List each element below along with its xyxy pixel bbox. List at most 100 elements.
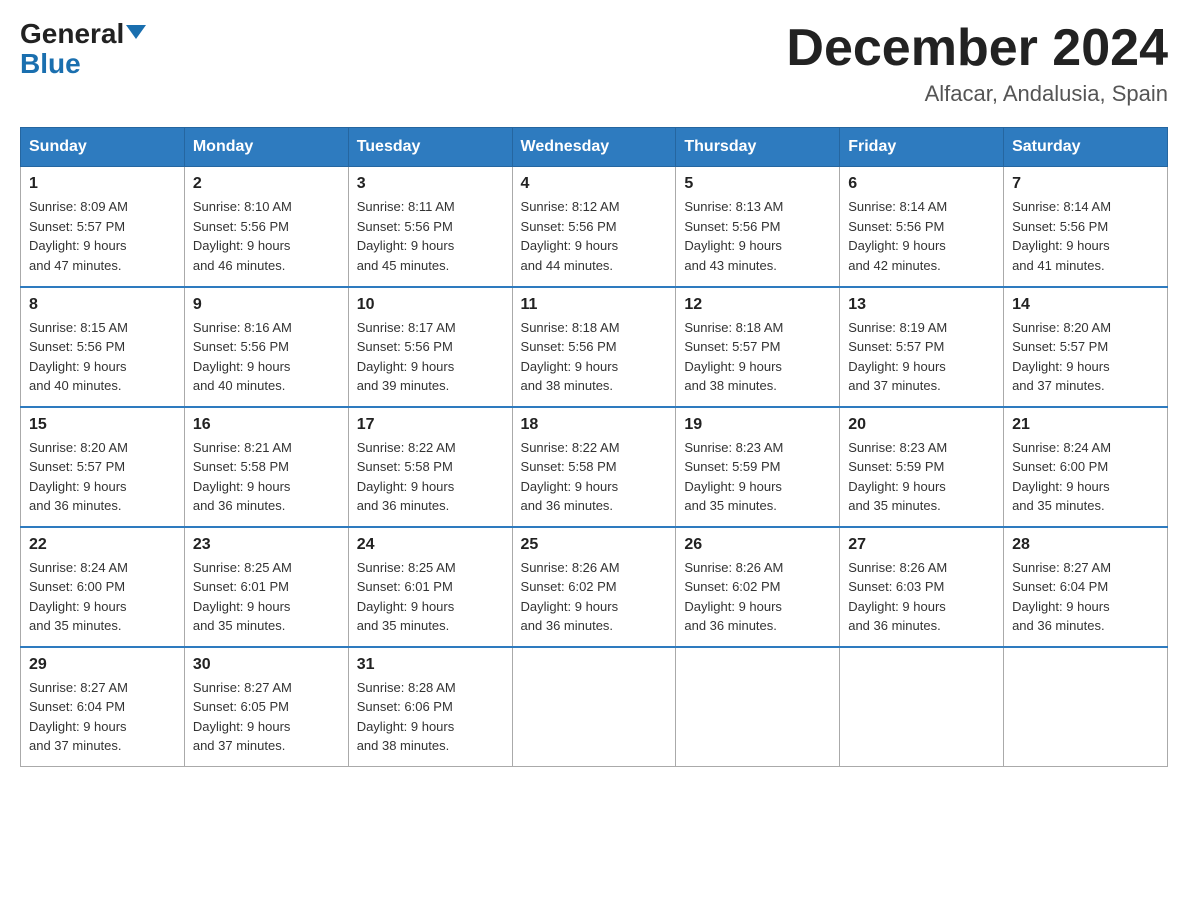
day-info: Sunrise: 8:16 AMSunset: 5:56 PMDaylight:… [193,318,340,396]
day-info: Sunrise: 8:24 AMSunset: 6:00 PMDaylight:… [29,558,176,636]
day-info: Sunrise: 8:17 AMSunset: 5:56 PMDaylight:… [357,318,504,396]
day-number: 19 [684,416,831,434]
day-info: Sunrise: 8:25 AMSunset: 6:01 PMDaylight:… [193,558,340,636]
day-info: Sunrise: 8:26 AMSunset: 6:02 PMDaylight:… [684,558,831,636]
day-number: 13 [848,296,995,314]
calendar-week-row: 15 Sunrise: 8:20 AMSunset: 5:57 PMDayligh… [21,407,1168,527]
logo-general: General [20,20,146,48]
col-saturday: Saturday [1004,128,1168,167]
day-info: Sunrise: 8:10 AMSunset: 5:56 PMDaylight:… [193,197,340,275]
calendar-week-row: 8Sunrise: 8:15 AMSunset: 5:56 PMDaylight… [21,287,1168,407]
day-info: Sunrise: 8:13 AMSunset: 5:56 PMDaylight:… [684,197,831,275]
table-row [840,647,1004,767]
month-title: December 2024 [786,20,1168,77]
day-info: Sunrise: 8:18 AMSunset: 5:56 PMDaylight:… [521,318,668,396]
day-info: Sunrise: 8:23 AMSunset: 5:59 PMDaylight:… [848,438,995,516]
table-row: 25Sunrise: 8:26 AMSunset: 6:02 PMDayligh… [512,527,676,647]
day-info: Sunrise: 8:20 AMSunset: 5:57 PMDaylight:… [29,438,176,516]
day-info: Sunrise: 8:12 AMSunset: 5:56 PMDaylight:… [521,197,668,275]
col-friday: Friday [840,128,1004,167]
table-row: 6 Sunrise: 8:14 AMSunset: 5:56 PMDaylight… [840,167,1004,287]
day-number: 20 [848,416,995,434]
day-info: Sunrise: 8:22 AMSunset: 5:58 PMDaylight:… [357,438,504,516]
table-row: 16Sunrise: 8:21 AMSunset: 5:58 PMDayligh… [184,407,348,527]
title-section: December 2024 Alfacar, Andalusia, Spain [786,20,1168,107]
day-number: 14 [1012,296,1159,314]
day-info: Sunrise: 8:09 AMSunset: 5:57 PMDaylight:… [29,197,176,275]
day-info: Sunrise: 8:26 AMSunset: 6:03 PMDaylight:… [848,558,995,636]
day-number: 9 [193,296,340,314]
day-number: 25 [521,536,668,554]
col-monday: Monday [184,128,348,167]
col-thursday: Thursday [676,128,840,167]
table-row: 7Sunrise: 8:14 AMSunset: 5:56 PMDaylight… [1004,167,1168,287]
day-info: Sunrise: 8:20 AMSunset: 5:57 PMDaylight:… [1012,318,1159,396]
day-number: 28 [1012,536,1159,554]
table-row: 20 Sunrise: 8:23 AMSunset: 5:59 PMDayligh… [840,407,1004,527]
table-row: 19 Sunrise: 8:23 AMSunset: 5:59 PMDayligh… [676,407,840,527]
day-info: Sunrise: 8:23 AMSunset: 5:59 PMDaylight:… [684,438,831,516]
day-number: 23 [193,536,340,554]
col-sunday: Sunday [21,128,185,167]
table-row: 1 Sunrise: 8:09 AMSunset: 5:57 PMDaylight… [21,167,185,287]
table-row: 13 Sunrise: 8:19 AMSunset: 5:57 PMDayligh… [840,287,1004,407]
day-number: 15 [29,416,176,434]
table-row: 14 Sunrise: 8:20 AMSunset: 5:57 PMDayligh… [1004,287,1168,407]
logo-blue: Blue [20,50,81,78]
day-info: Sunrise: 8:21 AMSunset: 5:58 PMDaylight:… [193,438,340,516]
day-number: 6 [848,175,995,193]
table-row: 31Sunrise: 8:28 AMSunset: 6:06 PMDayligh… [348,647,512,767]
table-row: 10Sunrise: 8:17 AMSunset: 5:56 PMDayligh… [348,287,512,407]
table-row: 22 Sunrise: 8:24 AMSunset: 6:00 PMDayligh… [21,527,185,647]
table-row: 3 Sunrise: 8:11 AMSunset: 5:56 PMDaylight… [348,167,512,287]
day-number: 22 [29,536,176,554]
calendar-week-row: 1 Sunrise: 8:09 AMSunset: 5:57 PMDaylight… [21,167,1168,287]
logo-triangle-icon [126,25,146,39]
day-info: Sunrise: 8:19 AMSunset: 5:57 PMDaylight:… [848,318,995,396]
day-info: Sunrise: 8:27 AMSunset: 6:05 PMDaylight:… [193,678,340,756]
table-row: 11Sunrise: 8:18 AMSunset: 5:56 PMDayligh… [512,287,676,407]
day-number: 18 [521,416,668,434]
day-info: Sunrise: 8:27 AMSunset: 6:04 PMDaylight:… [1012,558,1159,636]
day-number: 24 [357,536,504,554]
calendar-week-row: 22 Sunrise: 8:24 AMSunset: 6:00 PMDayligh… [21,527,1168,647]
table-row: 18Sunrise: 8:22 AMSunset: 5:58 PMDayligh… [512,407,676,527]
table-row: 5 Sunrise: 8:13 AMSunset: 5:56 PMDaylight… [676,167,840,287]
table-row: 8Sunrise: 8:15 AMSunset: 5:56 PMDaylight… [21,287,185,407]
day-number: 1 [29,175,176,193]
page-header: General Blue December 2024 Alfacar, Anda… [20,20,1168,107]
table-row [676,647,840,767]
day-info: Sunrise: 8:27 AMSunset: 6:04 PMDaylight:… [29,678,176,756]
table-row [512,647,676,767]
day-info: Sunrise: 8:24 AMSunset: 6:00 PMDaylight:… [1012,438,1159,516]
day-number: 3 [357,175,504,193]
calendar-header-row: Sunday Monday Tuesday Wednesday Thursday… [21,128,1168,167]
table-row: 24Sunrise: 8:25 AMSunset: 6:01 PMDayligh… [348,527,512,647]
day-number: 12 [684,296,831,314]
day-info: Sunrise: 8:18 AMSunset: 5:57 PMDaylight:… [684,318,831,396]
table-row: 30Sunrise: 8:27 AMSunset: 6:05 PMDayligh… [184,647,348,767]
day-number: 31 [357,656,504,674]
day-number: 29 [29,656,176,674]
table-row: 21 Sunrise: 8:24 AMSunset: 6:00 PMDayligh… [1004,407,1168,527]
table-row: 15 Sunrise: 8:20 AMSunset: 5:57 PMDayligh… [21,407,185,527]
day-info: Sunrise: 8:11 AMSunset: 5:56 PMDaylight:… [357,197,504,275]
table-row [1004,647,1168,767]
logo: General Blue [20,20,146,78]
day-number: 5 [684,175,831,193]
calendar-table: Sunday Monday Tuesday Wednesday Thursday… [20,127,1168,767]
day-info: Sunrise: 8:14 AMSunset: 5:56 PMDaylight:… [848,197,995,275]
col-wednesday: Wednesday [512,128,676,167]
table-row: 26Sunrise: 8:26 AMSunset: 6:02 PMDayligh… [676,527,840,647]
table-row: 23 Sunrise: 8:25 AMSunset: 6:01 PMDayligh… [184,527,348,647]
day-number: 27 [848,536,995,554]
table-row: 12 Sunrise: 8:18 AMSunset: 5:57 PMDayligh… [676,287,840,407]
day-number: 21 [1012,416,1159,434]
day-number: 7 [1012,175,1159,193]
table-row: 29 Sunrise: 8:27 AMSunset: 6:04 PMDayligh… [21,647,185,767]
table-row: 17Sunrise: 8:22 AMSunset: 5:58 PMDayligh… [348,407,512,527]
table-row: 27 Sunrise: 8:26 AMSunset: 6:03 PMDayligh… [840,527,1004,647]
day-number: 8 [29,296,176,314]
calendar-week-row: 29 Sunrise: 8:27 AMSunset: 6:04 PMDayligh… [21,647,1168,767]
table-row: 9 Sunrise: 8:16 AMSunset: 5:56 PMDaylight… [184,287,348,407]
